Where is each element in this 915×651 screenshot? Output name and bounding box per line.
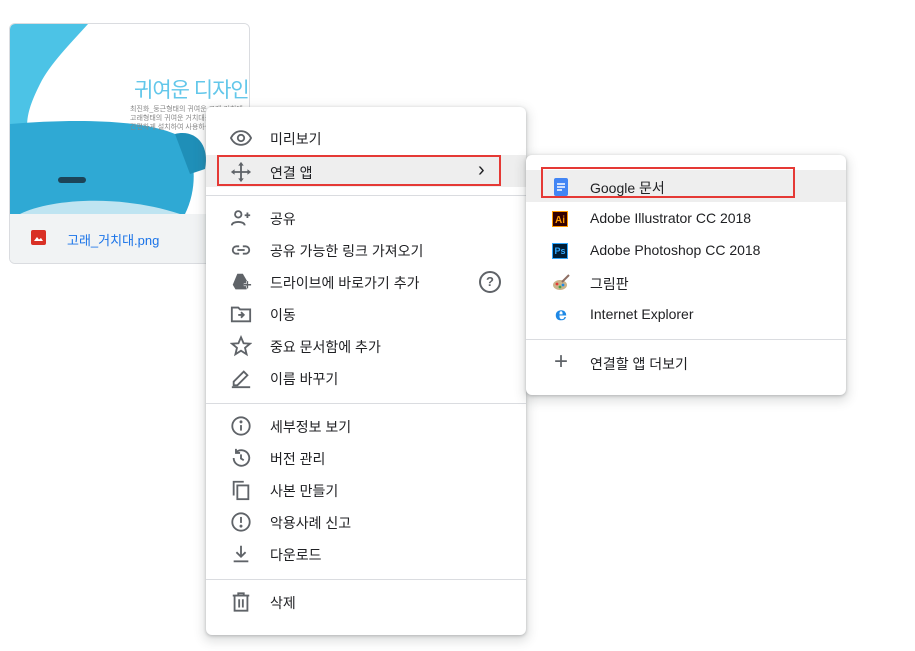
submenu-item-more-apps[interactable]: + 연결할 앱 더보기 <box>526 346 846 378</box>
menu-item-label: 버전 관리 <box>270 451 326 467</box>
move-folder-icon <box>230 303 252 325</box>
menu-item-label: 중요 문서함에 추가 <box>270 339 381 355</box>
menu-item-label: 미리보기 <box>270 131 322 147</box>
internet-explorer-icon: e <box>554 303 568 325</box>
trash-icon <box>230 591 252 613</box>
submenu-item-label: Adobe Photoshop CC 2018 <box>590 242 761 258</box>
link-icon <box>230 239 252 261</box>
drive-shortcut-icon <box>230 271 252 293</box>
submenu-item-label: Google 문서 <box>590 180 665 196</box>
menu-item-add-shortcut[interactable]: 드라이브에 바로가기 추가 ? <box>206 265 526 297</box>
menu-item-label: 사본 만들기 <box>270 483 339 499</box>
eye-icon <box>230 127 252 149</box>
context-menu: 미리보기 연결 앱 › 공유 공유 가능한 링크 가져오기 드라이브에 바로가기… <box>206 107 526 635</box>
submenu-item-google-docs[interactable]: Google 문서 <box>526 170 846 202</box>
image-file-icon <box>31 230 46 245</box>
report-icon <box>230 511 252 533</box>
plus-icon: + <box>553 348 568 375</box>
menu-item-versions[interactable]: 버전 관리 <box>206 441 526 473</box>
help-icon[interactable]: ? <box>479 271 501 293</box>
menu-divider <box>206 403 526 404</box>
info-icon <box>230 415 252 437</box>
menu-item-details[interactable]: 세부정보 보기 <box>206 409 526 441</box>
submenu-item-illustrator[interactable]: Ai Adobe Illustrator CC 2018 <box>526 202 846 234</box>
menu-item-preview[interactable]: 미리보기 <box>206 121 526 153</box>
menu-item-label: 공유 가능한 링크 가져오기 <box>270 243 424 259</box>
star-icon <box>230 335 252 357</box>
google-docs-icon <box>552 178 570 196</box>
menu-item-move[interactable]: 이동 <box>206 297 526 329</box>
menu-item-label: 악용사례 신고 <box>270 515 352 531</box>
menu-item-download[interactable]: 다운로드 <box>206 537 526 569</box>
rename-pencil-icon <box>230 367 252 389</box>
menu-item-label: 드라이브에 바로가기 추가 <box>270 275 420 291</box>
copy-icon <box>230 479 252 501</box>
menu-item-report-abuse[interactable]: 악용사례 신고 <box>206 505 526 537</box>
submenu-item-photoshop[interactable]: Ps Adobe Photoshop CC 2018 <box>526 234 846 266</box>
menu-item-label: 다운로드 <box>270 547 322 563</box>
menu-item-label: 삭제 <box>270 595 296 611</box>
menu-item-make-copy[interactable]: 사본 만들기 <box>206 473 526 505</box>
menu-divider <box>206 579 526 580</box>
menu-item-label: 세부정보 보기 <box>270 419 352 435</box>
file-name[interactable]: 고래_거치대.png <box>67 230 159 249</box>
thumbnail-text: 간편하게 설치하여 사용하실수 <box>130 124 218 131</box>
submenu-item-label: 연결할 앱 더보기 <box>590 356 688 372</box>
thumbnail-title: 귀여운 디자인 <box>134 79 249 102</box>
menu-item-label: 연결 앱 <box>270 165 313 181</box>
menu-item-label: 공유 <box>270 211 296 227</box>
menu-item-open-with[interactable]: 연결 앱 › <box>206 155 526 187</box>
menu-item-share[interactable]: 공유 <box>206 201 526 233</box>
menu-divider <box>206 195 526 196</box>
chevron-right-icon: › <box>478 159 485 181</box>
submenu-divider <box>526 339 846 340</box>
add-person-icon <box>230 207 252 229</box>
history-icon <box>230 447 252 469</box>
download-icon <box>230 543 252 565</box>
photoshop-icon: Ps <box>552 243 568 259</box>
menu-item-rename[interactable]: 이름 바꾸기 <box>206 361 526 393</box>
submenu-item-internet-explorer[interactable]: e Internet Explorer <box>526 298 846 330</box>
submenu-item-label: Internet Explorer <box>590 306 694 322</box>
submenu-item-label: Adobe Illustrator CC 2018 <box>590 210 752 226</box>
illustrator-icon: Ai <box>552 211 568 227</box>
menu-item-label: 이름 바꾸기 <box>270 371 339 387</box>
menu-item-delete[interactable]: 삭제 <box>206 585 526 617</box>
open-with-submenu: Google 문서 Ai Adobe Illustrator CC 2018 P… <box>526 155 846 395</box>
menu-item-get-link[interactable]: 공유 가능한 링크 가져오기 <box>206 233 526 265</box>
menu-item-label: 이동 <box>270 307 296 323</box>
submenu-item-paint[interactable]: 그림판 <box>526 266 846 298</box>
move-arrows-icon <box>230 161 252 183</box>
paint-icon <box>552 274 570 292</box>
menu-item-star[interactable]: 중요 문서함에 추가 <box>206 329 526 361</box>
submenu-item-label: 그림판 <box>590 276 629 292</box>
